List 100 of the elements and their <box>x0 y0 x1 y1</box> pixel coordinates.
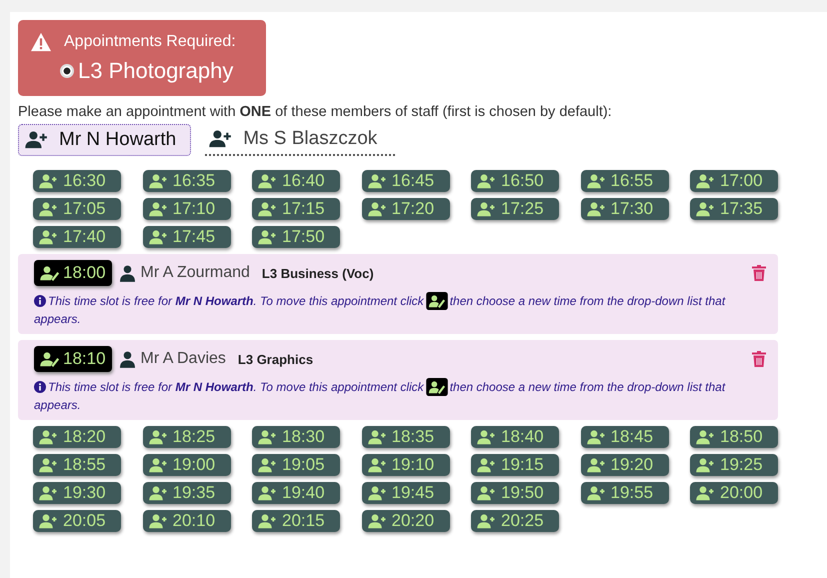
add-user-icon <box>477 458 497 472</box>
time-slot-button[interactable]: 19:55 <box>580 482 668 504</box>
time-slot-button[interactable]: 20:10 <box>142 510 230 532</box>
add-user-icon <box>148 230 168 244</box>
time-slot-button[interactable]: 20:00 <box>690 482 778 504</box>
time-slot-button[interactable]: 17:00 <box>690 170 778 192</box>
time-slot-button[interactable]: 19:10 <box>362 454 450 476</box>
note-text: appears. <box>34 312 81 326</box>
edit-user-icon <box>40 352 60 366</box>
add-user-icon <box>39 458 59 472</box>
add-user-icon <box>148 514 168 528</box>
staff-tab[interactable]: Ms S Blaszczok <box>205 124 396 156</box>
time-slot-button[interactable]: 17:20 <box>362 198 450 220</box>
time-slot-button[interactable]: 17:35 <box>690 198 778 220</box>
time-slot-button[interactable]: 16:55 <box>580 170 668 192</box>
add-user-icon <box>39 514 59 528</box>
time-slot-button[interactable]: 18:50 <box>690 426 778 448</box>
add-user-icon <box>39 430 59 444</box>
note-text: then choose a new time from the drop-down list that <box>450 379 726 396</box>
time-slot-button[interactable]: 16:35 <box>142 170 230 192</box>
time-slot-button[interactable]: 19:40 <box>252 482 340 504</box>
time-slot-button[interactable]: 16:30 <box>33 170 121 192</box>
course-label: L3 Graphics <box>238 352 314 366</box>
time-slot-button[interactable]: 16:45 <box>362 170 450 192</box>
add-user-icon <box>148 430 168 444</box>
note-text: This time slot is free for Mr N Howarth. To move this appointment click <box>48 293 424 310</box>
edit-user-icon <box>426 292 448 310</box>
add-user-icon <box>39 486 59 500</box>
add-user-icon <box>148 174 168 188</box>
add-user-icon <box>477 174 497 188</box>
add-user-icon <box>368 430 388 444</box>
time-slot-button[interactable]: 20:25 <box>471 510 559 532</box>
time-slot-button[interactable]: 19:20 <box>580 454 668 476</box>
add-user-icon <box>477 486 497 500</box>
staff-tab[interactable]: Mr N Howarth <box>18 124 192 156</box>
add-user-icon <box>586 458 606 472</box>
add-user-icon <box>258 174 278 188</box>
time-slot-button[interactable]: 19:50 <box>471 482 559 504</box>
delete-icon[interactable] <box>752 351 766 367</box>
user-icon <box>120 350 135 368</box>
add-user-icon <box>696 202 716 216</box>
add-user-icon <box>148 202 168 216</box>
time-chip-button[interactable]: 18:10 <box>34 346 112 372</box>
add-user-icon <box>586 486 606 500</box>
add-user-icon <box>209 130 234 148</box>
time-slot-button[interactable]: 18:35 <box>362 426 450 448</box>
time-slot-button[interactable]: 17:05 <box>33 198 121 220</box>
edit-user-icon <box>426 378 448 396</box>
add-user-icon <box>477 430 497 444</box>
note-text: then choose a new time from the drop-down list that <box>450 293 726 310</box>
time-slot-button[interactable]: 18:30 <box>252 426 340 448</box>
time-slot-button[interactable]: 19:25 <box>690 454 778 476</box>
time-slot-button[interactable]: 20:20 <box>362 510 450 532</box>
time-slot-button[interactable]: 20:15 <box>252 510 340 532</box>
time-slot-button[interactable]: 16:40 <box>252 170 340 192</box>
subject-label: L3 Photography <box>78 58 234 84</box>
time-chip-button[interactable]: 18:00 <box>34 260 112 286</box>
time-slot-button[interactable]: 17:50 <box>252 226 340 248</box>
note-text: This time slot is free for Mr N Howarth. To move this appointment click <box>48 379 424 396</box>
time-slot-button[interactable]: 19:35 <box>142 482 230 504</box>
add-user-icon <box>696 486 716 500</box>
add-user-icon <box>258 486 278 500</box>
edit-user-icon <box>40 266 60 280</box>
time-slot-button[interactable]: 20:05 <box>33 510 121 532</box>
time-slot-button[interactable]: 17:25 <box>471 198 559 220</box>
radio-button[interactable] <box>60 64 74 78</box>
time-slot-button[interactable]: 18:25 <box>142 426 230 448</box>
time-slot-button[interactable]: 18:55 <box>33 454 121 476</box>
add-user-icon <box>39 174 59 188</box>
time-slot-button[interactable]: 17:45 <box>142 226 230 248</box>
info-icon <box>34 381 46 393</box>
time-slot-button[interactable]: 19:05 <box>252 454 340 476</box>
time-slot-button[interactable]: 16:50 <box>471 170 559 192</box>
time-slot-button[interactable]: 19:15 <box>471 454 559 476</box>
time-slot-button[interactable]: 18:40 <box>471 426 559 448</box>
time-slot-button[interactable]: 19:30 <box>33 482 121 504</box>
add-user-icon <box>696 458 716 472</box>
time-slot-button[interactable]: 19:45 <box>362 482 450 504</box>
instruction-text: Please make an appointment with ONE of these members of staff (first is chosen by default): <box>18 104 613 120</box>
note-text: appears. <box>34 398 81 412</box>
time-slot-button[interactable]: 19:00 <box>142 454 230 476</box>
time-slot-button[interactable]: 17:15 <box>252 198 340 220</box>
add-user-icon <box>368 174 388 188</box>
delete-icon[interactable] <box>752 265 766 281</box>
time-slot-button[interactable]: 17:10 <box>142 198 230 220</box>
time-slot-button[interactable]: 18:45 <box>580 426 668 448</box>
student-name: Mr A Davies <box>140 350 226 368</box>
time-slot-button[interactable]: 17:40 <box>33 226 121 248</box>
add-user-icon <box>258 230 278 244</box>
add-user-icon <box>25 131 49 149</box>
add-user-icon <box>258 430 278 444</box>
time-slot-button[interactable]: 17:30 <box>580 198 668 220</box>
add-user-icon <box>39 202 59 216</box>
add-user-icon <box>258 458 278 472</box>
user-icon <box>120 264 135 282</box>
add-user-icon <box>477 202 497 216</box>
add-user-icon <box>696 174 716 188</box>
time-slot-button[interactable]: 18:20 <box>33 426 121 448</box>
add-user-icon <box>148 458 168 472</box>
add-user-icon <box>586 174 606 188</box>
